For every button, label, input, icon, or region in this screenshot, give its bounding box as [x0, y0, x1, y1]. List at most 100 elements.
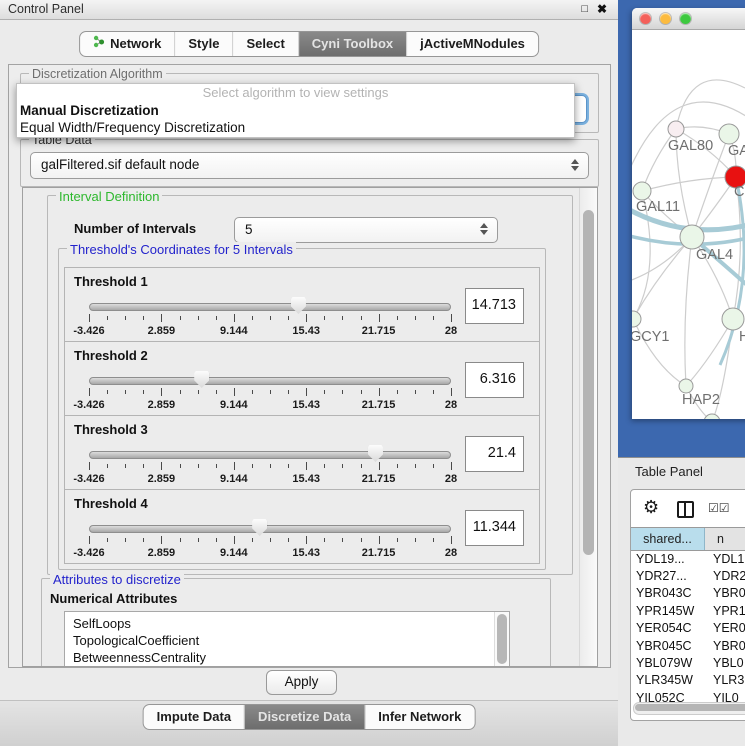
threshold-value-field[interactable]: 6.316	[465, 362, 524, 398]
zoom-traffic-light[interactable]	[680, 13, 691, 24]
threshold-slider[interactable]: -3.4262.8599.14415.4321.71528	[89, 374, 451, 412]
tab-infer-network[interactable]: Infer Network	[364, 705, 474, 729]
gear-icon[interactable]: ⚙	[643, 497, 659, 518]
column-header-shared-name[interactable]: shared...	[631, 528, 705, 550]
cell-shared-name[interactable]: YBL079W	[631, 656, 704, 670]
cell-name[interactable]: YER0	[704, 621, 745, 635]
table-panel-card: ⚙ ☑☑ shared... n YDL19...YDL1YDR27...YDR…	[630, 489, 745, 721]
minimize-traffic-light[interactable]	[660, 13, 671, 24]
network-node-H[interactable]	[722, 308, 744, 330]
table-row[interactable]: YDL19...YDL1	[631, 550, 745, 567]
network-node-GA[interactable]	[719, 124, 739, 144]
slider-handle[interactable]	[368, 445, 383, 462]
tab-select[interactable]: Select	[232, 32, 297, 56]
algorithm-option-manual-discretization[interactable]: Manual Discretization	[17, 102, 574, 119]
slider-handle[interactable]	[291, 297, 306, 314]
number-of-intervals-combobox[interactable]: 5	[234, 217, 498, 243]
algorithm-option-equal-width-frequency-discretization[interactable]: Equal Width/Frequency Discretization	[17, 119, 574, 136]
close-traffic-light[interactable]	[640, 13, 651, 24]
attributes-scrollbar[interactable]	[494, 612, 509, 667]
threshold-value-field[interactable]: 21.4	[465, 436, 524, 472]
tab-network[interactable]: Network	[80, 32, 174, 56]
slider-track[interactable]	[89, 303, 451, 311]
tab-style[interactable]: Style	[174, 32, 232, 56]
cell-shared-name[interactable]: YPR145W	[631, 604, 704, 618]
network-edge[interactable]	[633, 237, 692, 319]
network-node-GAL11[interactable]	[633, 182, 651, 200]
network-node-HAP2[interactable]	[679, 379, 693, 393]
cell-shared-name[interactable]: YER054C	[631, 621, 704, 635]
slider-tick	[342, 464, 343, 468]
attribute-item[interactable]: BetweennessCentrality	[65, 649, 509, 666]
tab-cyni-toolbox[interactable]: Cyni Toolbox	[298, 32, 406, 56]
slider-tick	[433, 390, 434, 394]
network-node-label: GAL11	[636, 199, 680, 215]
cell-shared-name[interactable]: YDR27...	[631, 569, 704, 583]
cell-name[interactable]: YBL0	[704, 656, 744, 670]
cell-shared-name[interactable]: YLR345W	[631, 673, 704, 687]
cell-shared-name[interactable]: YDL19...	[631, 552, 704, 566]
slider-tick-label: -3.426	[73, 473, 104, 485]
threshold-value-field[interactable]: 11.344	[465, 510, 524, 546]
table-row[interactable]: YBR043CYBR0	[631, 585, 745, 602]
table-row[interactable]: YLR345WYLR3	[631, 672, 745, 689]
cell-shared-name[interactable]: YBR043C	[631, 586, 704, 600]
slider-track[interactable]	[89, 451, 451, 459]
tab-jactivemnodules[interactable]: jActiveMNodules	[406, 32, 538, 56]
cell-name[interactable]: YBR0	[704, 639, 745, 653]
cell-name[interactable]: YPR1	[704, 604, 745, 618]
tab-impute-data[interactable]: Impute Data	[144, 705, 244, 729]
network-icon	[93, 32, 105, 56]
table-horizontal-scrollbar[interactable]	[633, 702, 745, 715]
tab-label: Cyni Toolbox	[312, 32, 393, 56]
cell-name[interactable]: YBR0	[704, 586, 745, 600]
network-edge[interactable]	[685, 237, 692, 386]
slider-track[interactable]	[89, 377, 451, 385]
slider-handle[interactable]	[194, 371, 209, 388]
select-columns-checkboxes-icon[interactable]: ☑☑	[708, 501, 730, 515]
network-node-GAL80[interactable]	[668, 121, 684, 137]
network-edge[interactable]	[642, 177, 736, 191]
threshold-slider[interactable]: -3.4262.8599.14415.4321.71528	[89, 300, 451, 338]
slider-tick	[125, 538, 126, 542]
threshold-value-field[interactable]: 14.713	[465, 288, 524, 324]
tab-discretize-data[interactable]: Discretize Data	[244, 705, 364, 729]
panel-scrollbar[interactable]	[579, 188, 597, 666]
table-row[interactable]: YBR045CYBR0	[631, 637, 745, 654]
close-icon[interactable]: ✖	[597, 2, 607, 16]
network-node-GAL4[interactable]	[680, 225, 704, 249]
threshold-slider[interactable]: -3.4262.8599.14415.4321.71528	[89, 522, 451, 560]
panel-scrollbar-thumb[interactable]	[583, 210, 594, 555]
threshold-slider[interactable]: -3.4262.8599.14415.4321.71528	[89, 448, 451, 486]
attribute-item[interactable]: SelfLoops	[65, 615, 509, 632]
network-node-GCY1[interactable]	[632, 311, 641, 327]
table-row[interactable]: YER054CYER0	[631, 620, 745, 637]
apply-button[interactable]: Apply	[266, 670, 337, 695]
slider-tick	[361, 316, 362, 320]
numerical-attributes-list[interactable]: SelfLoopsTopologicalCoefficientBetweenne…	[64, 611, 510, 667]
cell-shared-name[interactable]: YBR045C	[631, 639, 704, 653]
slider-tick-label: 9.144	[220, 473, 248, 485]
network-canvas[interactable]: GAL80GACGAL11GAL4GCY1HHAP2	[632, 30, 745, 419]
slider-tick-label: 28	[445, 399, 457, 411]
cell-name[interactable]: YDR2	[704, 569, 745, 583]
table-hscroll-thumb[interactable]	[635, 704, 745, 711]
table-row[interactable]: YPR145WYPR1	[631, 602, 745, 619]
slider-track[interactable]	[89, 525, 451, 533]
cell-name[interactable]: YLR3	[704, 673, 744, 687]
table-row[interactable]: YIL052CYIL0	[631, 689, 745, 703]
attribute-item[interactable]: TopologicalCoefficient	[65, 632, 509, 649]
column-header-name[interactable]: n	[705, 528, 745, 550]
table-row[interactable]: YBL079WYBL0	[631, 654, 745, 671]
slider-tick	[161, 462, 162, 470]
split-columns-icon[interactable]	[677, 501, 694, 518]
cell-name[interactable]: YDL1	[704, 552, 744, 566]
slider-tick-label: 9.144	[220, 325, 248, 337]
table-data-combobox[interactable]: galFiltered.sif default node	[30, 152, 589, 179]
slider-handle[interactable]	[252, 519, 267, 536]
float-window-icon[interactable]: □	[581, 3, 588, 15]
control-panel-titlebar: Control Panel □ ✖	[0, 0, 618, 20]
table-row[interactable]: YDR27...YDR2	[631, 567, 745, 584]
network-node-node[interactable]	[704, 414, 720, 419]
algorithm-placeholder-item[interactable]: Select algorithm to view settings	[17, 84, 574, 102]
